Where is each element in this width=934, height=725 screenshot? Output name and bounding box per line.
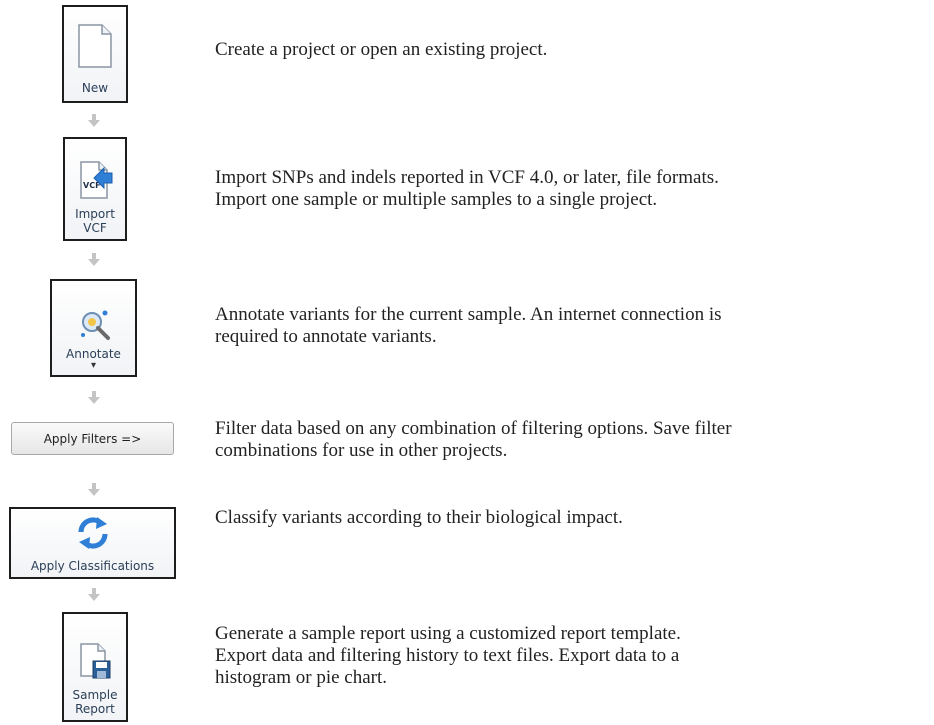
sample-report-button[interactable]: Sample Report — [62, 612, 128, 722]
annotate-button-label: Annotate — [66, 347, 121, 361]
new-button[interactable]: New — [62, 5, 128, 103]
magnifier-sparkle-icon — [80, 310, 110, 340]
sample-report-label-line1: Sample — [72, 688, 118, 702]
flow-arrow-icon — [88, 253, 100, 266]
flow-arrow-icon — [88, 483, 100, 496]
apply-classifications-button-label: Apply Classifications — [30, 559, 155, 573]
step-description-apply-filters: Filter data based on any combination of … — [215, 418, 732, 461]
step-description-annotate: Annotate variants for the current sample… — [215, 304, 722, 347]
annotate-button[interactable]: Annotate ▾ — [50, 279, 137, 377]
flow-arrow-icon — [88, 114, 100, 127]
step-description-apply-classifications: Classify variants according to their bio… — [215, 507, 623, 528]
import-vcf-icon: VCF — [80, 161, 113, 199]
save-document-icon — [80, 643, 111, 679]
step-description-sample-report: Generate a sample report using a customi… — [215, 623, 681, 688]
apply-filters-button-label: Apply Filters => — [43, 431, 142, 446]
blank-document-icon — [78, 24, 112, 68]
step-description-new: Create a project or open an existing pro… — [215, 39, 548, 60]
apply-classifications-button[interactable]: Apply Classifications — [9, 507, 176, 579]
step-description-import-vcf: Import SNPs and indels reported in VCF 4… — [215, 167, 719, 210]
flow-arrow-icon — [88, 391, 100, 404]
new-button-label: New — [81, 81, 109, 95]
import-vcf-label-line1: Import — [75, 207, 115, 221]
chevron-down-icon: ▾ — [90, 360, 97, 371]
sample-report-label-line2: Report — [75, 702, 115, 716]
apply-filters-button[interactable]: Apply Filters => — [11, 422, 174, 455]
flow-arrow-icon — [88, 588, 100, 601]
refresh-arrows-icon — [77, 517, 108, 549]
import-vcf-button[interactable]: VCF Import VCF — [63, 137, 127, 241]
import-vcf-label-line2: VCF — [83, 221, 107, 235]
